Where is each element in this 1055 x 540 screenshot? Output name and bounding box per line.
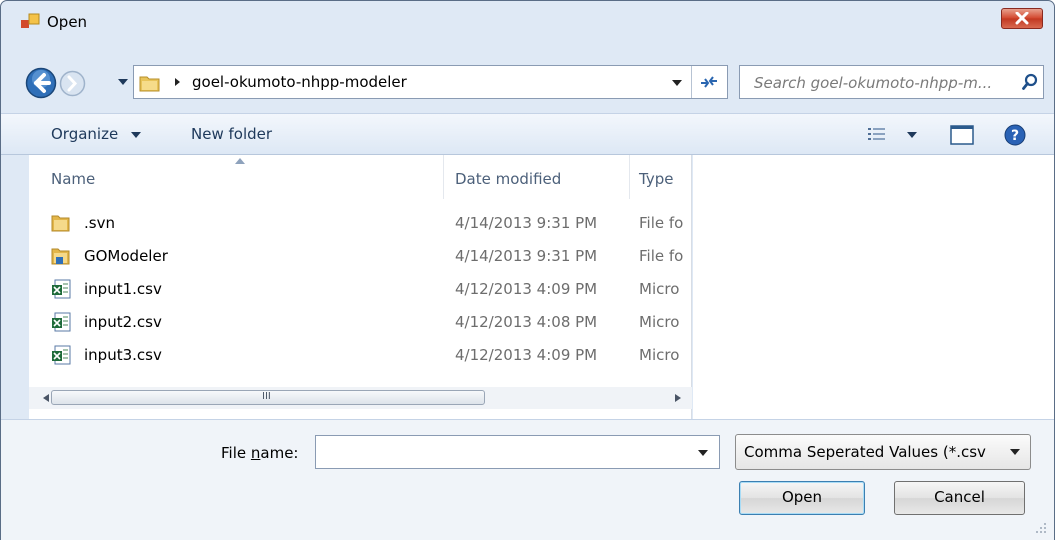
column-header-name[interactable]: Name: [51, 170, 95, 188]
horizontal-scrollbar[interactable]: III: [29, 387, 692, 409]
help-icon[interactable]: ?: [1004, 124, 1026, 146]
address-divider: [691, 66, 692, 98]
file-name: GOModeler: [84, 247, 168, 265]
organize-dropdown-icon[interactable]: [131, 132, 141, 138]
refresh-icon[interactable]: [699, 74, 719, 90]
forward-button[interactable]: [59, 70, 86, 97]
file-list[interactable]: Name Date modified Type .svn 4/14/2013 9…: [29, 155, 692, 419]
file-name: .svn: [84, 214, 115, 232]
scroll-left-icon[interactable]: [43, 394, 49, 402]
new-folder-button[interactable]: New folder: [191, 125, 272, 143]
file-row-input2[interactable]: input2.csv 4/12/2013 4:08 PM Micro: [29, 307, 691, 337]
scroll-right-icon[interactable]: [675, 394, 681, 402]
file-type-selected: Comma Seperated Values (*.csv: [744, 443, 986, 461]
recent-locations-dropdown-icon[interactable]: [117, 77, 129, 87]
organize-button[interactable]: Organize: [51, 125, 118, 143]
close-button[interactable]: [1001, 8, 1043, 29]
sort-ascending-icon: [235, 158, 245, 164]
open-button[interactable]: Open: [739, 481, 865, 515]
svg-text:?: ?: [1011, 128, 1019, 144]
file-date: 4/14/2013 9:31 PM: [455, 247, 598, 265]
details-pane: [693, 155, 1054, 419]
file-name: input2.csv: [84, 313, 162, 331]
file-type: Micro: [639, 280, 680, 298]
file-row-input3[interactable]: input3.csv 4/12/2013 4:09 PM Micro: [29, 340, 691, 370]
file-date: 4/12/2013 4:09 PM: [455, 346, 598, 364]
preview-pane-icon[interactable]: [950, 125, 974, 145]
open-file-dialog: Open goel-okumoto-nhpp-modeler Search go…: [0, 0, 1055, 540]
scrollbar-grip: III: [262, 391, 271, 402]
file-date: 4/14/2013 9:31 PM: [455, 214, 598, 232]
file-name: input1.csv: [84, 280, 162, 298]
file-row-svn[interactable]: .svn 4/14/2013 9:31 PM File fo: [29, 208, 691, 238]
file-type: File fo: [639, 214, 684, 232]
file-type: File fo: [639, 247, 684, 265]
view-dropdown-icon[interactable]: [907, 132, 917, 138]
folder-icon: [139, 76, 160, 92]
cancel-button[interactable]: Cancel: [894, 481, 1025, 515]
breadcrumb-chevron-icon[interactable]: [174, 77, 182, 87]
close-icon: [1015, 12, 1029, 25]
address-dropdown-icon[interactable]: [672, 80, 682, 86]
window-title: Open: [47, 13, 88, 31]
file-row-gomodeler[interactable]: GOModeler 4/14/2013 9:31 PM File fo: [29, 241, 691, 271]
search-input[interactable]: Search goel-okumoto-nhpp-m...: [739, 65, 1044, 99]
file-name-dropdown-icon[interactable]: [698, 450, 708, 456]
file-type: Micro: [639, 346, 680, 364]
excel-file-icon: [52, 279, 71, 299]
column-divider[interactable]: [629, 155, 630, 199]
excel-file-icon: [52, 312, 71, 332]
file-date: 4/12/2013 4:09 PM: [455, 280, 598, 298]
scrollbar-thumb[interactable]: III: [51, 390, 485, 405]
change-view-icon[interactable]: [867, 126, 887, 142]
search-placeholder: Search goel-okumoto-nhpp-m...: [754, 74, 993, 92]
file-name-label: File name:: [221, 444, 299, 462]
file-type-dropdown-icon[interactable]: [1010, 449, 1020, 455]
file-name-input[interactable]: [315, 435, 720, 469]
file-type: Micro: [639, 313, 680, 331]
search-icon[interactable]: [1022, 73, 1038, 91]
folder-icon: [51, 215, 70, 232]
file-type-select[interactable]: Comma Seperated Values (*.csv: [735, 434, 1031, 470]
breadcrumb-folder[interactable]: goel-okumoto-nhpp-modeler: [192, 73, 407, 91]
address-bar[interactable]: goel-okumoto-nhpp-modeler: [133, 65, 728, 99]
resize-grip-icon[interactable]: [1035, 522, 1047, 534]
folder-icon: [51, 248, 70, 265]
column-header-date-modified[interactable]: Date modified: [455, 170, 561, 188]
title-bar: Open: [1, 1, 1054, 47]
command-toolbar: Organize New folder ?: [1, 113, 1054, 155]
column-divider[interactable]: [443, 155, 444, 199]
app-icon: [21, 13, 40, 28]
file-date: 4/12/2013 4:08 PM: [455, 313, 598, 331]
file-row-input1[interactable]: input1.csv 4/12/2013 4:09 PM Micro: [29, 274, 691, 304]
dialog-footer: File name: Comma Seperated Values (*.csv…: [1, 419, 1054, 540]
back-button[interactable]: [25, 67, 57, 99]
column-header-type[interactable]: Type: [639, 170, 673, 188]
file-name: input3.csv: [84, 346, 162, 364]
excel-file-icon: [52, 345, 71, 365]
